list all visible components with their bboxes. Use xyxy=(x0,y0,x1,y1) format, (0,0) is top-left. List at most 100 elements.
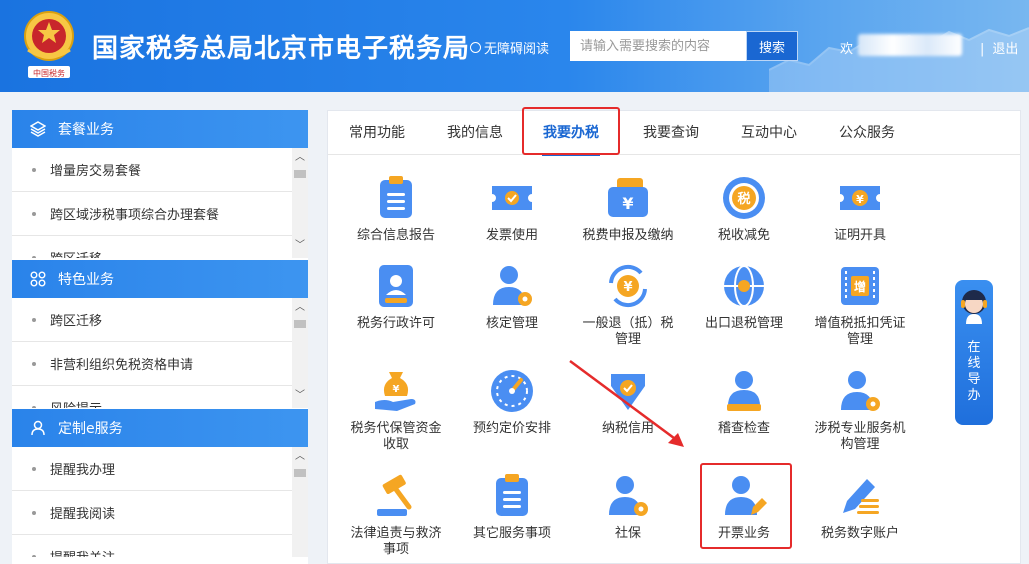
bullet-icon xyxy=(32,211,36,216)
sidebar-item-label: 风险提示 xyxy=(50,398,102,408)
apps-icon xyxy=(30,271,46,287)
service-label: 核定管理 xyxy=(485,316,538,331)
user-desk-icon xyxy=(727,371,761,411)
user-gear-icon xyxy=(609,476,648,516)
pen-lines-icon xyxy=(843,479,879,514)
service-comprehensive-report[interactable]: 综合信息报告 xyxy=(346,173,446,244)
service-invoice-use[interactable]: 发票使用 xyxy=(462,173,562,244)
sidebar-list: 增量房交易套餐 跨区域涉税事项综合办理套餐 跨区迁移 ︿ ﹀ xyxy=(12,148,308,258)
tab-my-info[interactable]: 我的信息 xyxy=(432,111,518,155)
service-other[interactable]: 其它服务事项 xyxy=(462,471,562,542)
scroll-down-icon[interactable]: ﹀ xyxy=(292,388,308,404)
sidebar-section-package: 套餐业务 增量房交易套餐 跨区域涉税事项综合办理套餐 跨区迁移 ︿ ﹀ xyxy=(12,110,308,258)
service-label: 税务行政许可 xyxy=(356,316,435,331)
service-label: 社保 xyxy=(614,526,641,541)
sidebar-item[interactable]: 跨区迁移 xyxy=(12,236,292,258)
sidebar-item[interactable]: 提醒我办理 xyxy=(12,447,292,491)
search-input[interactable] xyxy=(570,31,746,61)
svg-text:¥: ¥ xyxy=(623,280,632,295)
service-admin-permit[interactable]: 税务行政许可 xyxy=(346,261,446,332)
service-export-refund[interactable]: 出口退税管理 xyxy=(694,261,794,332)
svg-text:增: 增 xyxy=(854,279,866,294)
sidebar-section-header[interactable]: 套餐业务 xyxy=(12,110,308,148)
sidebar-section-title: 套餐业务 xyxy=(58,122,114,138)
user-gear-icon xyxy=(493,266,532,306)
accessibility-icon xyxy=(470,42,481,53)
sidebar-item[interactable]: 提醒我关注 xyxy=(12,535,292,557)
sidebar-item-label: 提醒我办理 xyxy=(50,463,116,478)
sidebar-section-header[interactable]: 定制e服务 xyxy=(12,409,308,447)
scroll-down-icon[interactable]: ﹀ xyxy=(292,238,308,254)
service-legal[interactable]: 法律追责与救济事项 xyxy=(346,471,446,558)
bullet-icon xyxy=(32,361,36,366)
money-hand-icon: ¥ xyxy=(375,372,416,411)
service-certificate[interactable]: ¥ 证明开具 xyxy=(810,173,910,244)
bullet-icon xyxy=(32,317,36,322)
service-tax-reduction[interactable]: 税 税收减免 xyxy=(694,173,794,244)
tab-bar: 常用功能 我的信息 我要办税 我要查询 互动中心 公众服务 xyxy=(328,107,1020,156)
scroll-thumb[interactable] xyxy=(294,170,306,178)
tab-interaction[interactable]: 互动中心 xyxy=(726,111,812,155)
sidebar-section-header[interactable]: 特色业务 xyxy=(12,260,308,298)
service-assessment[interactable]: 核定管理 xyxy=(462,261,562,332)
service-label: 稽查检查 xyxy=(717,421,770,436)
online-guide-label: 在 线 导 办 xyxy=(955,340,993,404)
sidebar-item-label: 跨区迁移 xyxy=(50,314,103,329)
service-label: 税收减免 xyxy=(717,228,770,243)
sidebar-section-feature: 特色业务 跨区迁移 非营利组织免税资格申请 风险提示 ︿ ﹀ xyxy=(12,260,308,408)
sidebar-section-title: 特色业务 xyxy=(58,272,114,288)
service-label: 发票使用 xyxy=(485,228,538,243)
gavel-icon xyxy=(377,474,412,516)
scroll-thumb[interactable] xyxy=(294,320,306,328)
sidebar-scrollbar[interactable]: ︿ ﹀ xyxy=(292,298,308,408)
online-guide-widget[interactable]: 在 线 导 办 xyxy=(955,280,993,425)
service-social[interactable]: 社保 xyxy=(578,471,678,542)
scroll-up-icon[interactable]: ︿ xyxy=(292,150,308,166)
sidebar-item[interactable]: 风险提示 xyxy=(12,386,292,408)
sidebar-item[interactable]: 非营利组织免税资格申请 xyxy=(12,342,292,386)
tab-query[interactable]: 我要查询 xyxy=(628,111,714,155)
service-agency[interactable]: 涉税专业服务机构管理 xyxy=(810,366,910,453)
service-tax-declaration[interactable]: ¥ 税费申报及缴纳 xyxy=(578,173,678,244)
svg-text:¥: ¥ xyxy=(856,193,864,206)
bullet-icon xyxy=(32,554,36,557)
sidebar-scrollbar[interactable]: ︿ xyxy=(292,447,308,557)
sidebar-scrollbar[interactable]: ︿ ﹀ xyxy=(292,148,308,258)
service-vat-deduction[interactable]: 增 增值税抵扣凭证管理 xyxy=(810,261,910,348)
id-badge-icon xyxy=(379,265,413,307)
sidebar-item[interactable]: 提醒我阅读 xyxy=(12,491,292,535)
sidebar-item-label: 增量房交易套餐 xyxy=(50,164,142,179)
service-digital-account[interactable]: 税务数字账户 xyxy=(810,471,910,542)
scroll-up-icon[interactable]: ︿ xyxy=(292,300,308,316)
service-pricing[interactable]: 预约定价安排 xyxy=(462,366,562,437)
sidebar-section-title: 定制e服务 xyxy=(58,421,123,437)
svg-text:¥: ¥ xyxy=(622,194,633,213)
site-title: 国家税务总局北京市电子税务局 xyxy=(92,34,471,64)
annotation-arrow-icon xyxy=(569,359,684,447)
invoicing-highlight-box xyxy=(700,463,792,549)
service-label: 增值税抵扣凭证管理 xyxy=(814,316,906,347)
sidebar: 套餐业务 增量房交易套餐 跨区域涉税事项综合办理套餐 跨区迁移 ︿ ﹀ 特色业务… xyxy=(12,110,308,564)
guide-char: 在 xyxy=(967,340,981,355)
sidebar-item[interactable]: 跨区域涉税事项综合办理套餐 xyxy=(12,192,292,236)
sidebar-item[interactable]: 跨区迁移 xyxy=(12,298,292,342)
service-label: 税费申报及缴纳 xyxy=(582,228,674,243)
service-inspection[interactable]: 稽查检查 xyxy=(694,366,794,437)
service-refund[interactable]: ¥ 一般退（抵）税管理 xyxy=(578,261,678,348)
logout-link[interactable]: 退出 xyxy=(980,38,1018,57)
redacted-username xyxy=(858,34,962,56)
service-deposit[interactable]: ¥ 税务代保管资金收取 xyxy=(346,366,446,453)
service-label: 税务代保管资金收取 xyxy=(350,421,442,452)
scroll-thumb[interactable] xyxy=(294,469,306,477)
search-button[interactable]: 搜索 xyxy=(746,31,798,61)
tab-public[interactable]: 公众服务 xyxy=(824,111,910,155)
scroll-up-icon[interactable]: ︿ xyxy=(292,449,308,465)
bullet-icon xyxy=(32,466,36,471)
tab-common[interactable]: 常用功能 xyxy=(334,111,420,155)
service-label: 预约定价安排 xyxy=(472,421,551,436)
sidebar-item-label: 提醒我关注 xyxy=(50,547,115,557)
main-panel: 常用功能 我的信息 我要办税 我要查询 互动中心 公众服务 综合信息报告 发票使… xyxy=(327,107,1021,564)
sidebar-item[interactable]: 增量房交易套餐 xyxy=(12,148,292,192)
accessibility-link[interactable]: 无障碍阅读 xyxy=(470,38,549,57)
user-icon xyxy=(31,420,45,436)
